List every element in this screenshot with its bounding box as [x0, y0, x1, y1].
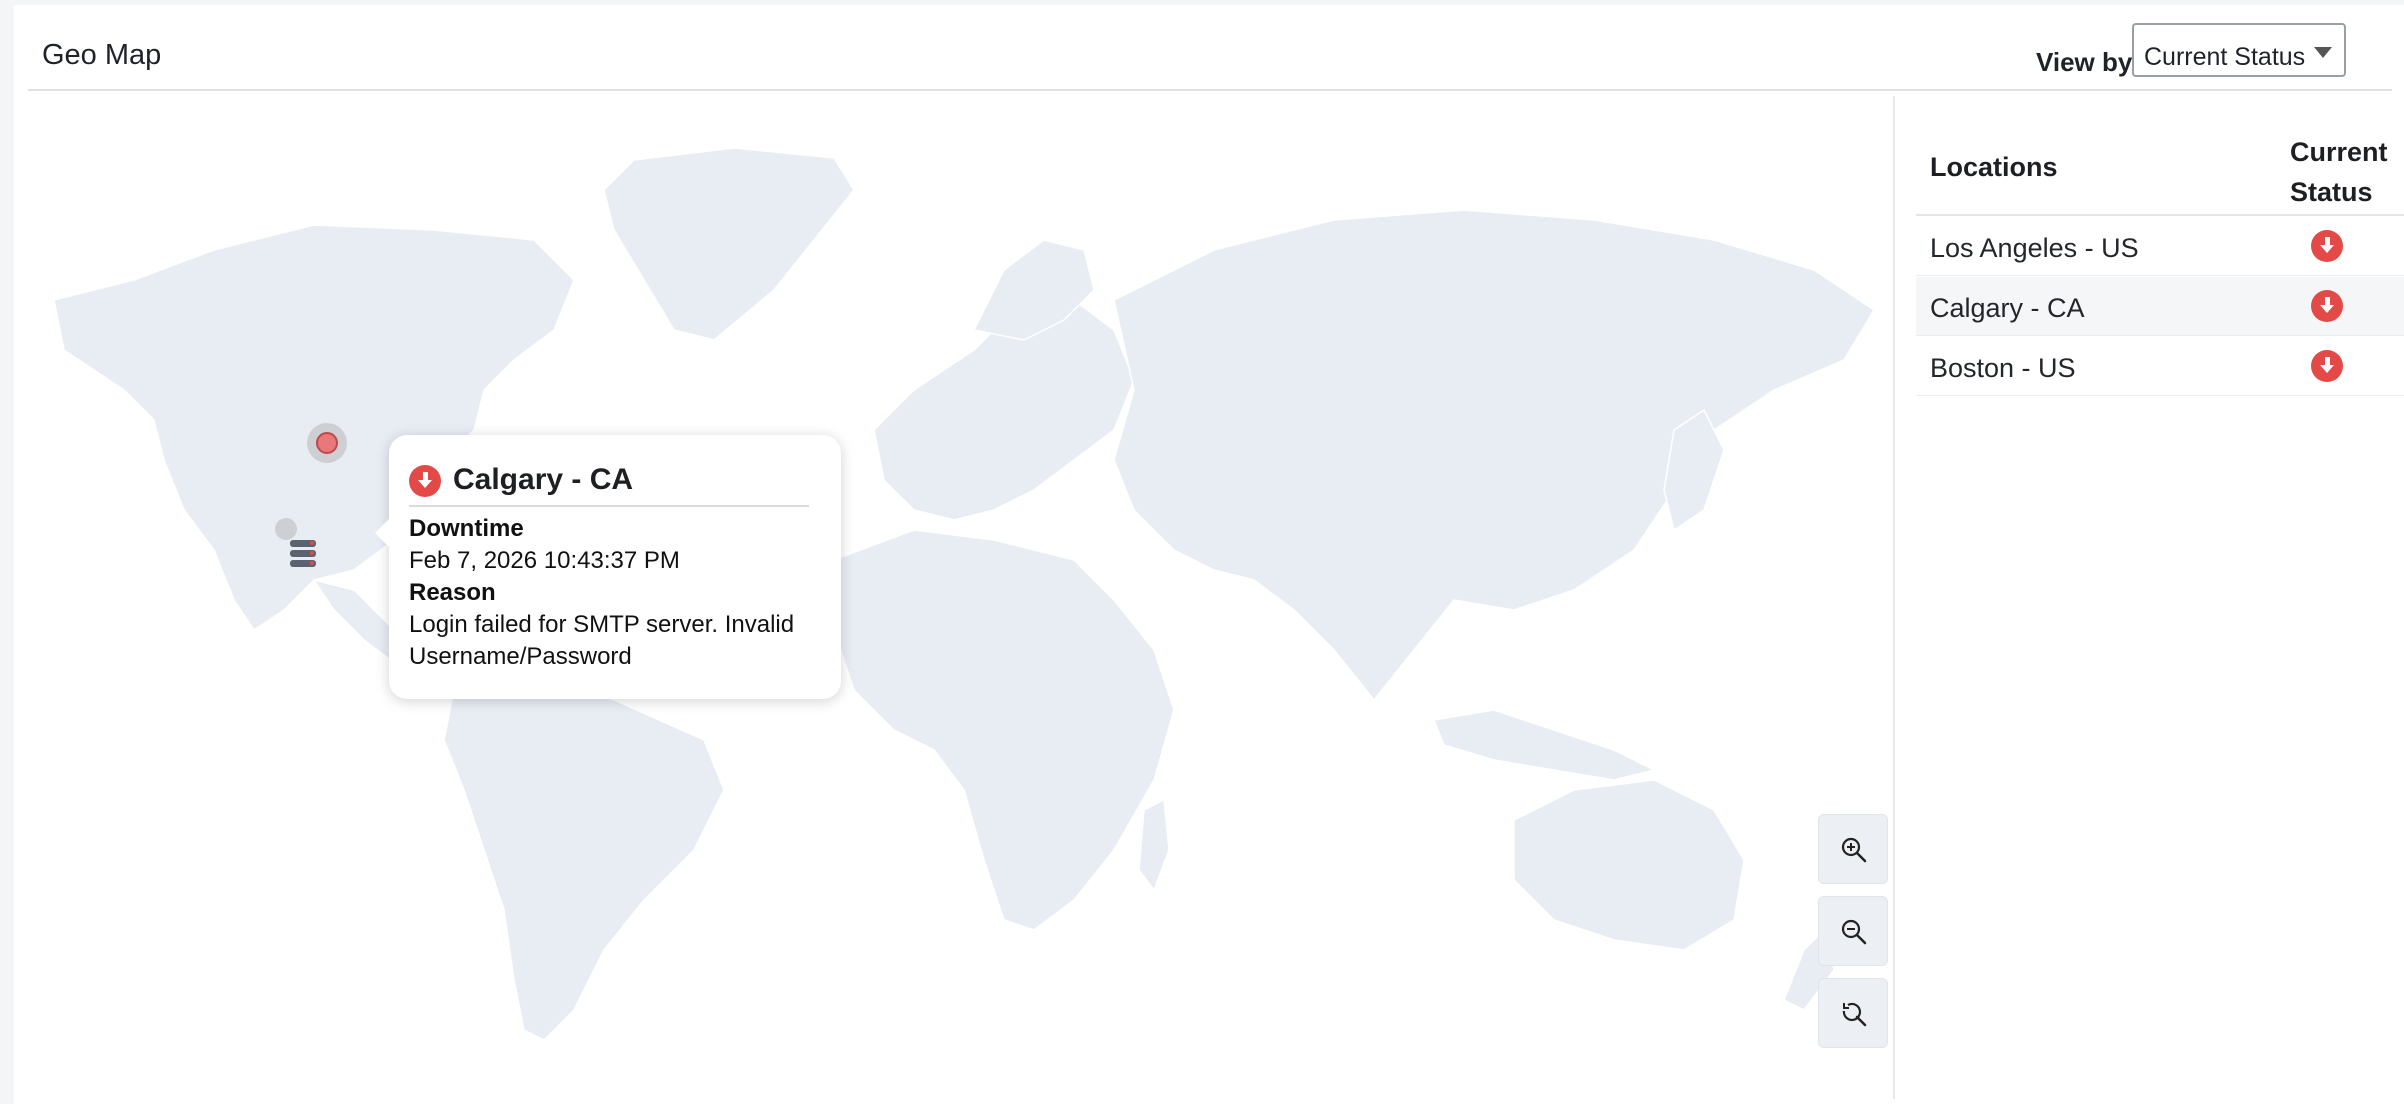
landmass-south-america: [443, 669, 725, 1041]
downtime-label: Downtime: [409, 515, 524, 542]
world-map[interactable]: Calgary - CA Downtime Feb 7, 2026 10:43:…: [14, 130, 1888, 1050]
view-by-label: View by: [2036, 47, 2133, 77]
reset-zoom-button[interactable]: [1818, 978, 1888, 1048]
location-name: Los Angeles - US: [1930, 233, 2139, 263]
down-arrow-icon: [409, 465, 441, 497]
location-name: Boston - US: [1930, 353, 2076, 383]
down-arrow-icon: [2311, 290, 2343, 322]
panel-header: Geo Map View by Current Status: [28, 5, 2392, 91]
reason-value: Login failed for SMTP server. Invalid Us…: [409, 611, 795, 670]
landmass-madagascar: [1138, 798, 1170, 892]
los-angeles-marker-halo: [275, 518, 297, 540]
table-row[interactable]: Los Angeles - US: [1916, 217, 2404, 276]
downtime-value: Feb 7, 2026 10:43:37 PM: [409, 547, 680, 574]
tooltip-body: Downtime Feb 7, 2026 10:43:37 PM Reason …: [409, 513, 819, 673]
landmass-africa: [833, 529, 1175, 931]
chevron-down-icon: [2314, 47, 2332, 58]
panel-divider: [1893, 96, 1895, 1099]
calgary-marker[interactable]: [316, 432, 338, 454]
landmass-australia: [1513, 779, 1745, 951]
landmass-asia: [1113, 209, 1876, 702]
column-header-current-status[interactable]: Current Status: [2290, 132, 2404, 212]
reason-label: Reason: [409, 579, 496, 606]
down-arrow-icon: [2311, 350, 2343, 382]
page-title: Geo Map: [42, 39, 162, 71]
server-cluster-icon[interactable]: [290, 540, 316, 567]
zoom-out-icon: [1841, 919, 1867, 945]
world-map-svg: [53, 147, 1876, 1041]
locations-table: Locations Current Status Los Angeles - U…: [1916, 96, 2404, 1099]
table-row[interactable]: Boston - US: [1916, 337, 2404, 396]
column-header-locations[interactable]: Locations: [1930, 152, 2058, 183]
tooltip-header: Calgary - CA: [409, 453, 809, 507]
location-tooltip: Calgary - CA Downtime Feb 7, 2026 10:43:…: [375, 435, 841, 699]
landmass-indonesia: [1432, 709, 1657, 781]
header-divider: [1916, 214, 2404, 216]
table-row[interactable]: Calgary - CA: [1916, 277, 2404, 336]
location-name: Calgary - CA: [1930, 293, 2085, 323]
zoom-in-icon: [1841, 837, 1867, 863]
tooltip-title: Calgary - CA: [453, 463, 634, 496]
zoom-in-button[interactable]: [1818, 814, 1888, 884]
view-by-selected-value: Current Status: [2144, 43, 2306, 71]
down-arrow-icon: [2311, 230, 2343, 262]
view-by-select[interactable]: Current Status: [2132, 23, 2346, 77]
reset-zoom-icon: [1842, 1002, 1867, 1027]
landmass-greenland: [603, 147, 855, 341]
zoom-out-button[interactable]: [1818, 896, 1888, 966]
